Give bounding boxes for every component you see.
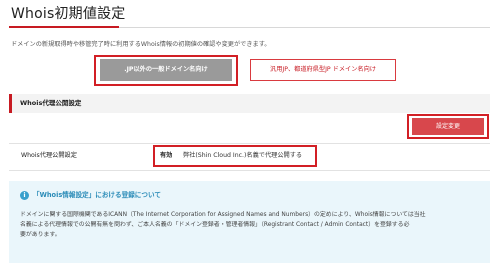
info-line: ドメインに関する国際機関であるICANN（The Internet Corpor…	[20, 212, 426, 218]
section-header: Whois代理公開設定	[9, 94, 490, 113]
info-title: 「Whois情報設定」における登録について	[33, 191, 161, 199]
title-underline	[119, 27, 490, 28]
setting-value: 弊社(Shin Cloud Inc.)名義で代理公開する	[183, 152, 303, 159]
title-underline-accent	[9, 26, 119, 28]
row-divider	[9, 170, 490, 171]
info-line: 要があります。	[20, 232, 61, 238]
section-title: Whois代理公開設定	[20, 99, 82, 107]
info-line: 名義による代理情報での公開有無を問わず、ご本人名義の「ドメイン登録者・管理者情報…	[20, 222, 410, 228]
settings-change-button[interactable]: 設定変更	[412, 118, 484, 135]
page-description: ドメインの新規取得時や移管完了時に利用するWhois情報の初期値の確認や変更がで…	[11, 41, 271, 48]
page-title: Whois初期値設定	[11, 6, 126, 22]
info-icon: i	[20, 191, 29, 200]
setting-row-label: Whois代理公開設定	[21, 152, 77, 159]
tab-jp-domains[interactable]: 汎用JP、都道府県型JP ドメイン名向け	[250, 59, 396, 81]
info-body: ドメインに関する国際機関であるICANN（The Internet Corpor…	[20, 210, 482, 240]
row-divider	[9, 143, 490, 144]
setting-status: 有効	[160, 152, 173, 159]
tab-general-domains[interactable]: .JP以外の一般ドメイン名向け	[100, 59, 232, 81]
